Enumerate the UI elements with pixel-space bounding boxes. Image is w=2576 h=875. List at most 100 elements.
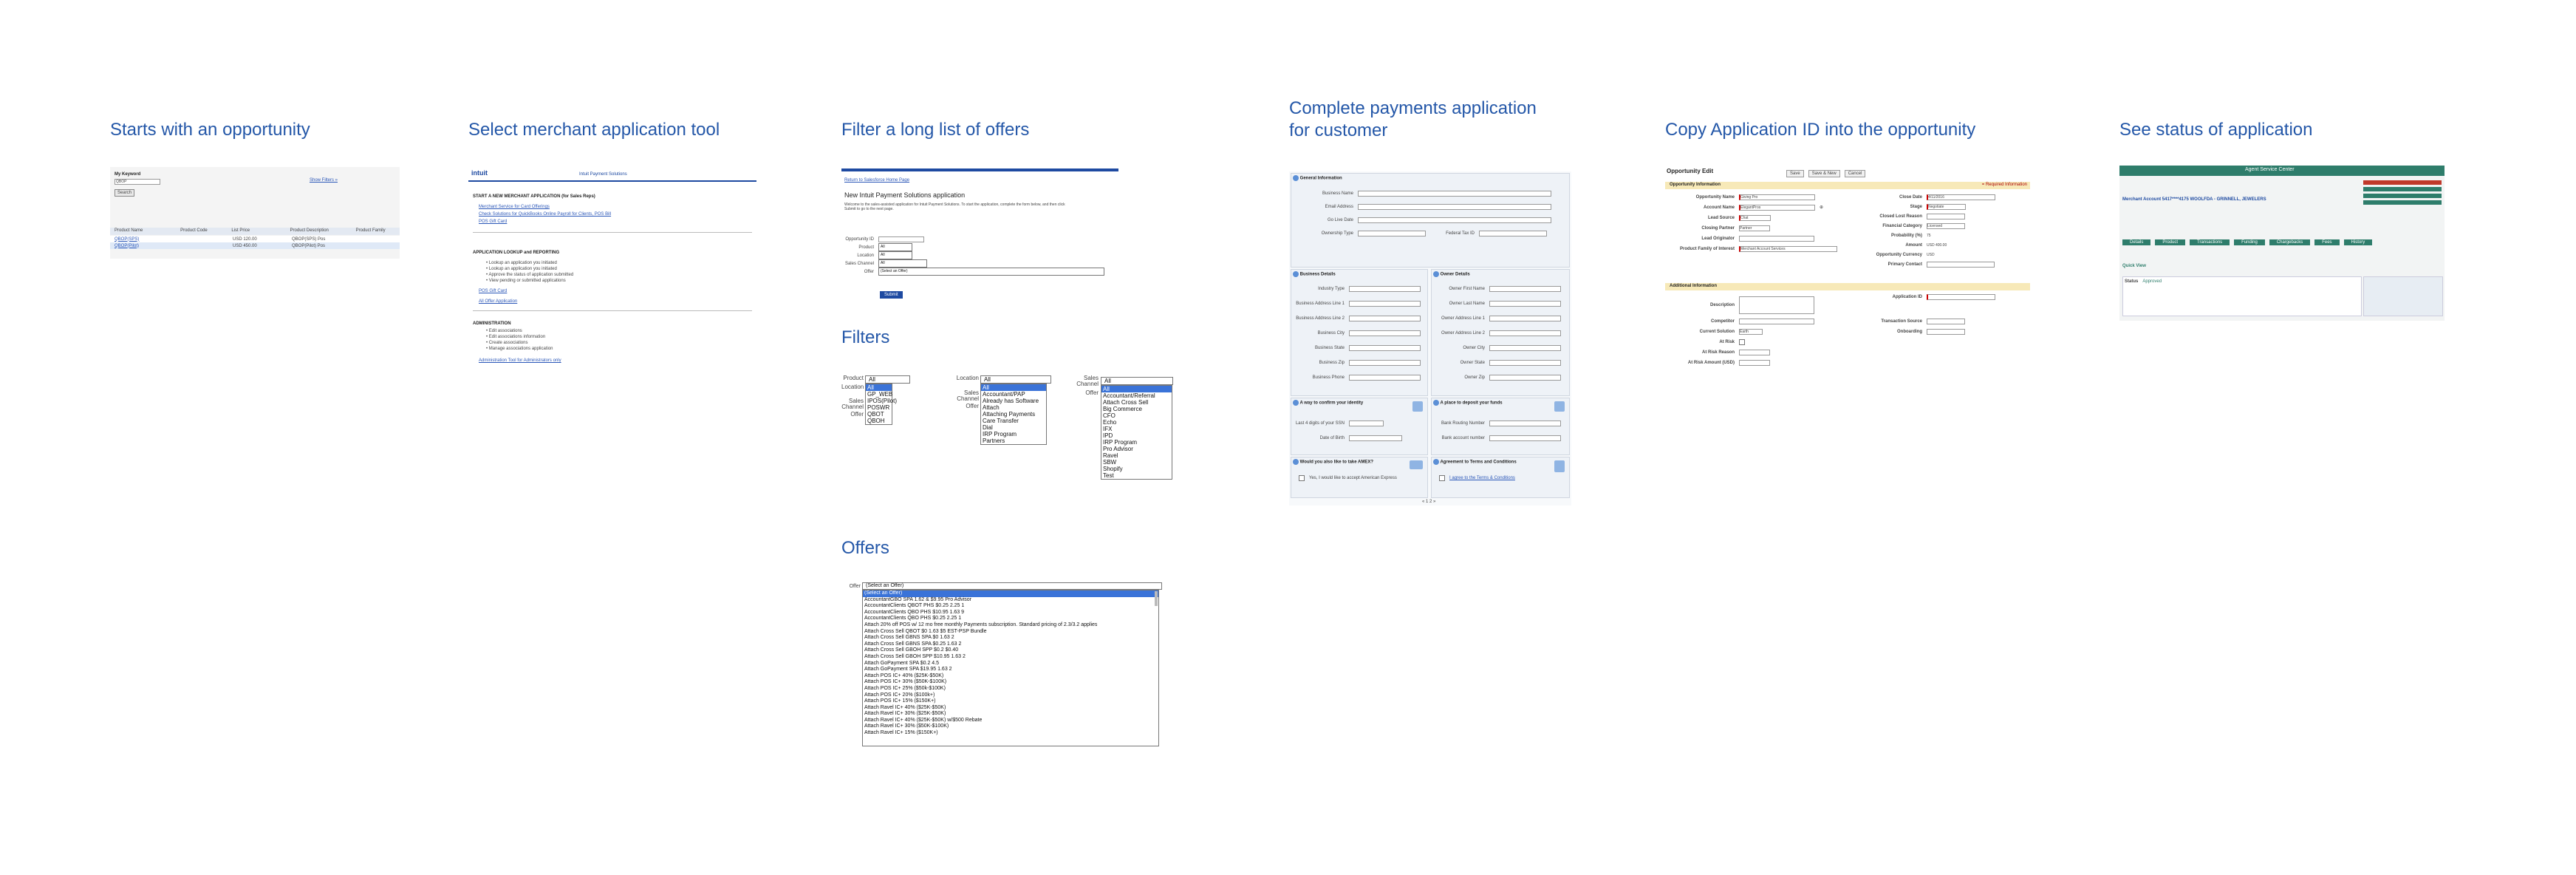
option[interactable]: Test bbox=[1101, 472, 1172, 479]
option[interactable]: Accountant/PAP bbox=[981, 391, 1046, 398]
owner-address2-input[interactable] bbox=[1489, 330, 1561, 336]
option[interactable]: Attach Ravel IC+ 30% ($25K-$50K) bbox=[863, 711, 1158, 718]
option[interactable]: Attach 20% off POS w/ 12 mo free monthly… bbox=[863, 622, 1158, 629]
zip-input[interactable] bbox=[1349, 360, 1421, 366]
opportunity-name-input[interactable]: Giving Pro bbox=[1739, 194, 1815, 200]
closing-partner-select[interactable]: Partner bbox=[1739, 225, 1770, 231]
option[interactable]: All bbox=[981, 384, 1046, 391]
link-lookup-gift-card[interactable]: POS Gift Card bbox=[479, 288, 507, 294]
option[interactable]: Accountant/Referral bbox=[1101, 392, 1172, 399]
ownership-select[interactable] bbox=[1358, 231, 1426, 236]
product-dropdown[interactable]: All bbox=[865, 375, 910, 384]
at-risk-amount-input[interactable] bbox=[1739, 360, 1770, 366]
owner-first-input[interactable] bbox=[1489, 286, 1561, 292]
option[interactable]: Attach Cross Sell bbox=[1101, 399, 1172, 406]
option[interactable]: Attach Cross Sell GBNS SPA $0.25 1.63 2 bbox=[863, 641, 1158, 648]
option[interactable]: Pro Advisor bbox=[1101, 446, 1172, 452]
link-all-offer-app[interactable]: All Offer Application bbox=[479, 299, 517, 304]
option[interactable]: Attach Ravel IC+ 30% ($50K-$100K) bbox=[863, 724, 1158, 730]
tab-fees[interactable]: Fees bbox=[2314, 239, 2340, 245]
option[interactable]: Partners bbox=[981, 438, 1046, 444]
at-risk-reason-select[interactable] bbox=[1739, 350, 1770, 355]
address2-input[interactable] bbox=[1349, 316, 1421, 321]
tab-transactions[interactable]: Transactions bbox=[2190, 239, 2230, 245]
option[interactable]: IPOS(Pilot) bbox=[866, 398, 897, 404]
option[interactable]: QBOH bbox=[866, 418, 892, 424]
option[interactable]: Attach GoPayment SPA $0.2 4.5 bbox=[863, 661, 1158, 667]
phone-input[interactable] bbox=[1349, 375, 1421, 381]
sales-channel-dropdown[interactable]: All bbox=[980, 375, 1051, 384]
product-select[interactable]: All bbox=[878, 243, 912, 251]
primary-contact-input[interactable] bbox=[1927, 261, 1995, 268]
sales-channel-options[interactable]: All Accountant/PAP Already has Software … bbox=[980, 384, 1047, 445]
show-filters-link[interactable]: Show Filters » bbox=[310, 177, 338, 183]
cell[interactable]: QBOP(SPS) bbox=[110, 236, 181, 242]
cancel-button[interactable]: Cancel bbox=[1844, 170, 1866, 177]
option[interactable]: AccountantClients QBO PHS $10.95 1.63 9 bbox=[863, 610, 1158, 616]
offer-dropdown[interactable]: (Select an Offer) bbox=[862, 582, 1162, 590]
onboarding-select[interactable] bbox=[1927, 329, 1965, 335]
industry-select[interactable] bbox=[1349, 286, 1421, 292]
offer-select[interactable]: (Select an Offer) bbox=[878, 268, 1104, 276]
option[interactable]: Attach Cross Sell GBOH SPP $0.2 $0.40 bbox=[863, 647, 1158, 654]
opportunity-id-input[interactable] bbox=[878, 236, 924, 242]
cell[interactable]: QBOP(Pilot) bbox=[110, 243, 181, 249]
table-row[interactable]: QBOP(Pilot) USD 450.00 QBOP(Pilot) Pos bbox=[110, 242, 400, 249]
option[interactable]: IRP Program bbox=[1101, 439, 1172, 446]
current-solution-select[interactable]: Earth bbox=[1739, 329, 1763, 335]
option[interactable]: All bbox=[866, 384, 892, 391]
ssn-input[interactable] bbox=[1349, 421, 1384, 426]
search-button[interactable]: Search bbox=[115, 189, 135, 197]
option[interactable]: Attach Cross Sell GBOH SPP $10.95 1.63 2 bbox=[863, 654, 1158, 661]
return-home-link[interactable]: Return to Salesforce Home Page bbox=[844, 177, 909, 183]
lead-originator-input[interactable] bbox=[1739, 236, 1814, 242]
scrollbar[interactable] bbox=[1155, 591, 1158, 606]
option[interactable]: Attach POS IC+ 30% ($50K-$100K) bbox=[863, 679, 1158, 686]
table-row[interactable]: QBOP(SPS) USD 120.00 QBOP(SPS) Pos bbox=[110, 236, 400, 242]
product-options[interactable]: All GP_WEB IPOS(Pilot) POSWR QBOT QBOH bbox=[865, 384, 897, 425]
routing-input[interactable] bbox=[1489, 421, 1561, 426]
account-name-input[interactable]: ElegantPros bbox=[1739, 205, 1815, 211]
product-family-select[interactable]: Merchant Account Services bbox=[1739, 246, 1837, 252]
tab-chargebacks[interactable]: Chargebacks bbox=[2269, 239, 2311, 245]
offer-options[interactable]: (Select an Offer) AccountantGBO SPA 1.62… bbox=[862, 590, 1159, 746]
federal-tax-input[interactable] bbox=[1479, 231, 1547, 236]
option[interactable]: Dial bbox=[981, 424, 1046, 431]
owner-address1-input[interactable] bbox=[1489, 316, 1561, 321]
closed-lost-select[interactable] bbox=[1927, 213, 1965, 219]
at-risk-checkbox[interactable] bbox=[1739, 339, 1745, 345]
option[interactable]: Attach POS IC+ 25% ($50k-$100K) bbox=[863, 686, 1158, 692]
option[interactable]: Attach POS IC+ 20% ($100k+) bbox=[863, 692, 1158, 699]
option[interactable]: Attach bbox=[981, 404, 1046, 411]
option[interactable]: Shopify bbox=[1101, 466, 1172, 472]
submit-button[interactable]: Submit bbox=[880, 291, 903, 299]
city-input[interactable] bbox=[1349, 330, 1421, 336]
option[interactable]: Ravel bbox=[1101, 452, 1172, 459]
address1-input[interactable] bbox=[1349, 301, 1421, 307]
option[interactable]: POSWR bbox=[866, 404, 892, 411]
option[interactable]: QBOT bbox=[866, 411, 892, 418]
account-input[interactable] bbox=[1489, 435, 1561, 441]
option[interactable]: (Select an Offer) bbox=[863, 590, 1158, 597]
option[interactable]: Big Commerce bbox=[1101, 406, 1172, 412]
option[interactable]: Attaching Payments bbox=[981, 411, 1046, 418]
option[interactable]: IPD bbox=[1101, 432, 1172, 439]
location-select[interactable]: All bbox=[878, 251, 912, 259]
link-admin-tool[interactable]: Administration Tool for Administrators o… bbox=[479, 358, 561, 364]
email-input[interactable] bbox=[1358, 204, 1551, 210]
offer-options[interactable]: All Accountant/Referral Attach Cross Sel… bbox=[1101, 385, 1172, 480]
close-date-input[interactable]: 4/11/2016 bbox=[1927, 194, 1995, 200]
option[interactable]: Attach Ravel IC+ 40% ($25K-$50K) w/$500 … bbox=[863, 718, 1158, 724]
option[interactable]: Already has Software bbox=[981, 398, 1046, 404]
option[interactable]: Attach Ravel IC+ 15% ($150K+) bbox=[863, 730, 1158, 737]
state-select[interactable] bbox=[1349, 345, 1421, 351]
option[interactable]: Attach GoPayment SPA $19.95 1.63 2 bbox=[863, 667, 1158, 673]
option[interactable]: SBW bbox=[1101, 459, 1172, 466]
sales-channel-select[interactable]: All bbox=[878, 259, 927, 268]
terms-checkbox[interactable] bbox=[1439, 475, 1445, 481]
option[interactable]: Echo bbox=[1101, 419, 1172, 426]
save-new-button[interactable]: Save & New bbox=[1808, 170, 1840, 177]
application-id-input[interactable] bbox=[1927, 294, 1995, 300]
option[interactable]: Attach Ravel IC+ 40% ($25K-$50K) bbox=[863, 705, 1158, 712]
dob-input[interactable] bbox=[1349, 435, 1402, 441]
